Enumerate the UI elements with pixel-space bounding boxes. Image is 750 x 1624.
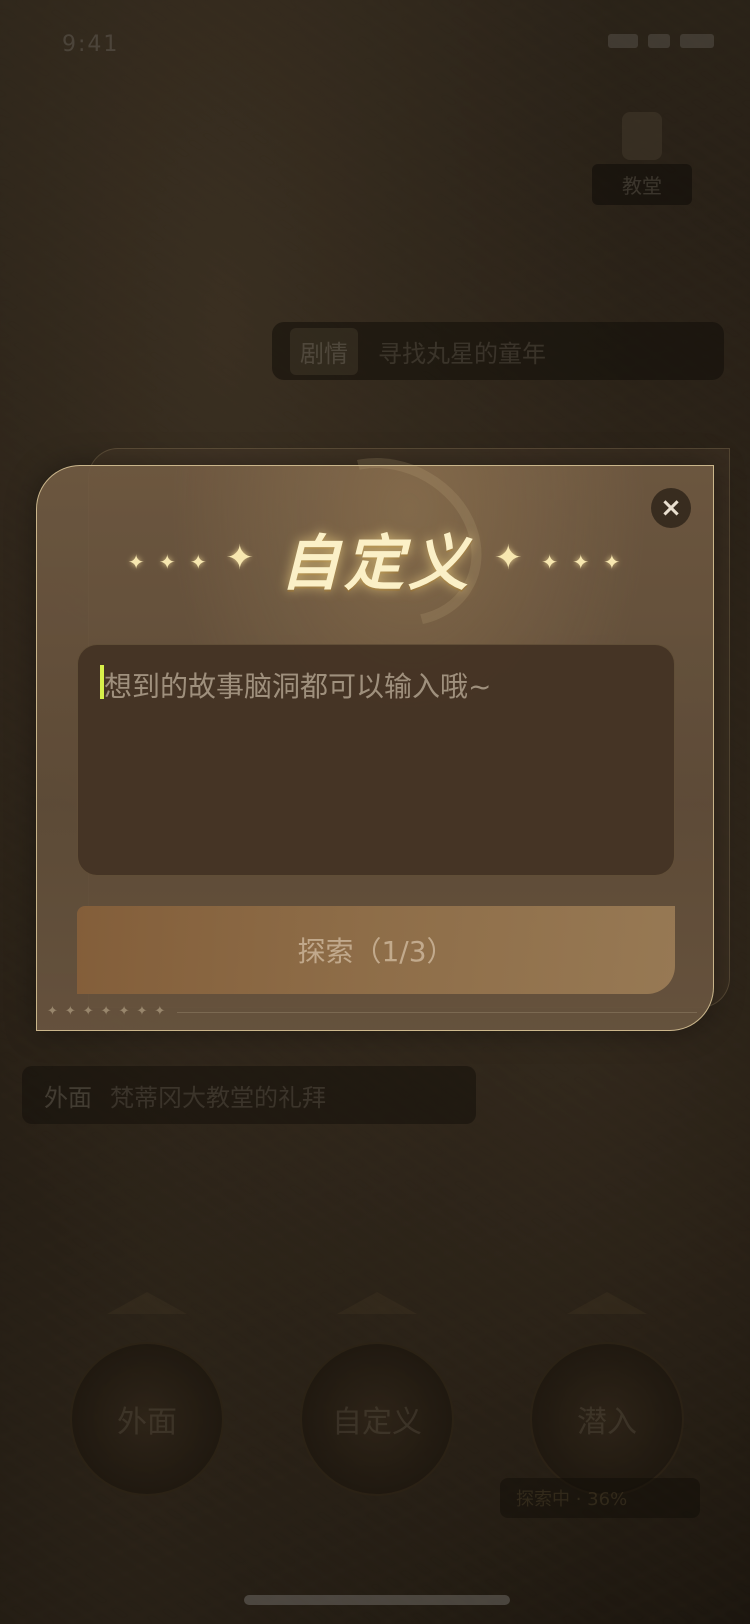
story-input-placeholder: 想到的故事脑洞都可以输入哦~ [104, 670, 492, 703]
sparkle-right-icon: ✦ ✦ ✦ ✦ [494, 538, 625, 578]
game-screen: 9:41 教堂 剧情 寻找丸星的童年 外面 梵蒂冈大教堂的礼拜 外面 自定义 潜… [0, 0, 750, 1624]
dialog-title-row: ✦ ✦ ✦ ✦ 自定义 ✦ ✦ ✦ ✦ [37, 518, 715, 599]
explore-button-label: 探索（1/3） [297, 935, 455, 968]
sparkle-left-icon: ✦ ✦ ✦ ✦ [127, 538, 258, 578]
story-input[interactable]: 想到的故事脑洞都可以输入哦~ [77, 644, 675, 876]
custom-dialog: × ✦ ✦ ✦ ✦ 自定义 ✦ ✦ ✦ ✦ 想到的故事脑洞都可以输入哦~ 探索（… [36, 425, 715, 1031]
divider [177, 1012, 697, 1013]
dialog-title: 自定义 [280, 528, 472, 599]
explore-button[interactable]: 探索（1/3） [77, 906, 675, 994]
star-decoration-icon: ✦✦✦✦✦✦✦ [47, 1004, 173, 1019]
